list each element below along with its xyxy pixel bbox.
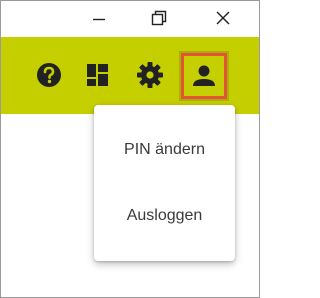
title-bar: [1, 1, 259, 37]
account-icon: [193, 65, 215, 86]
app-window: PIN ändern Ausloggen: [0, 0, 260, 298]
dashboard-button[interactable]: [82, 59, 114, 91]
minimize-icon: [93, 18, 105, 21]
minimize-button[interactable]: [71, 1, 127, 37]
help-icon: [37, 63, 61, 87]
dashboard-icon: [87, 64, 108, 86]
settings-icon: [137, 62, 163, 88]
account-menu: PIN ändern Ausloggen: [94, 105, 235, 261]
close-icon: [216, 11, 230, 25]
close-button[interactable]: [195, 1, 251, 37]
account-button[interactable]: [181, 53, 227, 99]
settings-button[interactable]: [134, 59, 166, 91]
restore-icon: [151, 10, 167, 26]
app-toolbar: [1, 37, 259, 114]
restore-button[interactable]: [129, 1, 185, 37]
help-button[interactable]: [33, 59, 65, 91]
logout-menu-item[interactable]: Ausloggen: [94, 196, 235, 236]
change-pin-menu-item[interactable]: PIN ändern: [94, 130, 235, 170]
